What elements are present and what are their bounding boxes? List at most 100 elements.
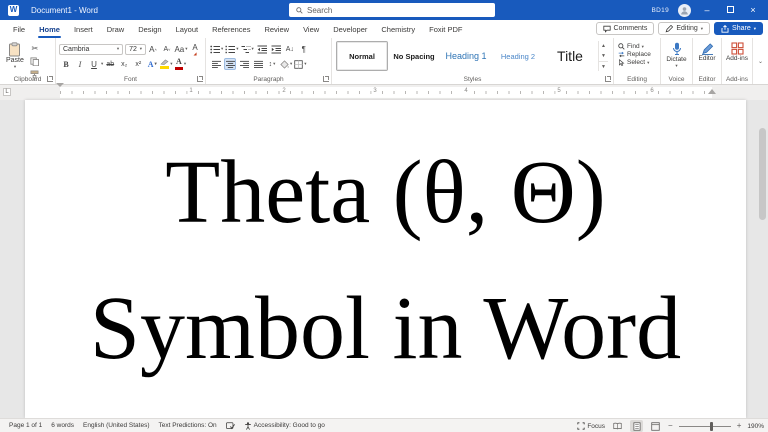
zoom-in-button[interactable]: + [737, 422, 742, 430]
style-card-no-spacing[interactable]: No Spacing [388, 41, 440, 71]
copy-button[interactable] [29, 55, 41, 67]
cut-button[interactable]: ✂ [29, 42, 41, 54]
read-mode-view-button[interactable] [611, 420, 624, 432]
borders-button[interactable]: ▾ [294, 58, 307, 70]
tab-review[interactable]: Review [257, 20, 296, 38]
styles-dialog-launcher[interactable] [605, 76, 611, 82]
zoom-out-button[interactable]: − [668, 422, 673, 430]
text-predictions-indicator[interactable]: Text Predictions: On [159, 422, 217, 429]
font-group-label: Font [123, 76, 137, 83]
font-dialog-launcher[interactable] [197, 76, 203, 82]
web-layout-view-button[interactable] [649, 420, 662, 432]
restore-button[interactable] [723, 0, 737, 20]
editor-button[interactable]: Editor [693, 38, 721, 62]
styles-scroll-down-button[interactable]: ▼ [599, 51, 608, 61]
increase-indent-button[interactable] [270, 43, 282, 55]
styles-more-button[interactable]: ▼ [599, 61, 608, 71]
tab-draw[interactable]: Draw [100, 20, 132, 38]
tab-foxit-pdf[interactable]: Foxit PDF [422, 20, 469, 38]
multilevel-list-button[interactable]: ▾ [241, 43, 254, 55]
search-box[interactable]: Search [289, 3, 495, 17]
account-avatar[interactable] [678, 3, 691, 17]
style-card-normal[interactable]: Normal [336, 41, 388, 71]
accessibility-status[interactable]: Accessibility: Good to go [244, 421, 325, 430]
highlight-color-button[interactable]: ▾ [160, 58, 173, 70]
line-spacing-icon: ↕ [268, 60, 273, 68]
find-button[interactable]: Find ▾ [614, 42, 660, 50]
clipboard-dialog-launcher[interactable] [47, 76, 53, 82]
subscript-button[interactable]: x₂ [118, 58, 130, 70]
strikethrough-button[interactable]: ab [104, 58, 116, 70]
style-card-heading-1[interactable]: Heading 1 [440, 41, 492, 71]
shading-button[interactable]: ▾ [280, 58, 292, 70]
paragraph-dialog-launcher[interactable] [323, 76, 329, 82]
style-card-heading-2[interactable]: Heading 2 [492, 41, 544, 71]
vertical-scrollbar-thumb[interactable] [759, 128, 766, 220]
close-button[interactable]: × [746, 0, 760, 20]
shrink-font-button[interactable]: A ˅ [161, 43, 173, 55]
paste-button[interactable]: Paste ▾ [6, 42, 24, 80]
text-effects-button[interactable]: A ▾ [146, 58, 158, 70]
editing-mode-button[interactable]: Editing ▾ [658, 22, 711, 35]
tab-layout[interactable]: Layout [169, 20, 206, 38]
chevron-down-icon: ▾ [273, 61, 276, 66]
font-name-select[interactable]: Cambria ▾ [59, 43, 124, 55]
change-case-button[interactable]: Aa ▾ [174, 43, 187, 55]
zoom-slider[interactable] [678, 421, 731, 431]
addins-button[interactable]: Add-ins [722, 38, 752, 62]
align-right-button[interactable] [238, 58, 250, 70]
font-color-button[interactable]: A ▾ [174, 58, 187, 70]
zoom-slider-thumb[interactable] [709, 421, 713, 431]
tab-home[interactable]: Home [32, 20, 67, 38]
decrease-indent-button[interactable] [256, 43, 268, 55]
show-hide-marks-button[interactable]: ¶ [298, 43, 310, 55]
person-icon [681, 6, 688, 15]
right-indent-marker[interactable] [708, 89, 716, 94]
share-button[interactable]: Share ▾ [714, 22, 763, 35]
spellcheck-button[interactable] [225, 421, 235, 430]
numbering-button[interactable]: ▾ [225, 43, 239, 55]
clear-formatting-button[interactable]: A ◢ [189, 43, 201, 55]
dictate-button[interactable]: Dictate ▾ [661, 38, 692, 69]
zoom-level[interactable]: 190% [747, 423, 764, 430]
ribbon-collapse-button[interactable]: ⌄ [753, 38, 768, 84]
italic-button[interactable]: I [74, 58, 86, 70]
tab-chemistry[interactable]: Chemistry [374, 20, 422, 38]
tab-file[interactable]: File [6, 20, 32, 38]
style-card-title[interactable]: Title [544, 41, 596, 71]
tab-references[interactable]: References [205, 20, 257, 38]
document-page[interactable]: Theta (θ, Θ) Symbol in Word [25, 100, 746, 418]
left-indent-marker[interactable] [56, 83, 72, 108]
page-indicator[interactable]: Page 1 of 1 [9, 422, 42, 429]
tab-design[interactable]: Design [131, 20, 168, 38]
bullets-button[interactable]: ▾ [210, 43, 223, 55]
superscript-button[interactable]: x² [132, 58, 144, 70]
chevron-down-icon[interactable]: ▾ [101, 61, 103, 67]
word-app-icon[interactable]: W [8, 4, 19, 16]
justify-button[interactable] [252, 58, 264, 70]
line-spacing-button[interactable]: ↕ ▾ [266, 58, 278, 70]
minimize-button[interactable]: – [700, 0, 714, 20]
align-center-button[interactable] [224, 58, 236, 70]
tab-developer[interactable]: Developer [326, 20, 374, 38]
select-button[interactable]: Select ▾ [614, 58, 660, 66]
grow-font-button[interactable]: A ˄ [147, 43, 159, 55]
tab-insert[interactable]: Insert [67, 20, 100, 38]
document-text[interactable]: Theta (θ, Θ) Symbol in Word [25, 100, 746, 374]
font-size-select[interactable]: 72 ▾ [125, 43, 146, 55]
styles-scroll-up-button[interactable]: ▲ [599, 41, 608, 51]
align-left-button[interactable] [210, 58, 222, 70]
language-indicator[interactable]: English (United States) [83, 422, 149, 429]
document-area: Theta (θ, Θ) Symbol in Word [0, 100, 768, 418]
comments-button[interactable]: Comments [595, 22, 655, 35]
print-layout-view-button[interactable] [630, 420, 644, 432]
word-count[interactable]: 6 words [51, 422, 74, 429]
bold-button[interactable]: B [60, 58, 72, 70]
tab-view[interactable]: View [296, 20, 326, 38]
replace-button[interactable]: Replace [614, 50, 660, 58]
replace-label: Replace [627, 51, 651, 58]
underline-button[interactable]: U [88, 58, 100, 70]
focus-mode-button[interactable]: Focus [577, 422, 605, 430]
tab-selector[interactable]: L [3, 88, 11, 96]
sort-button[interactable]: A↓ [284, 43, 296, 55]
